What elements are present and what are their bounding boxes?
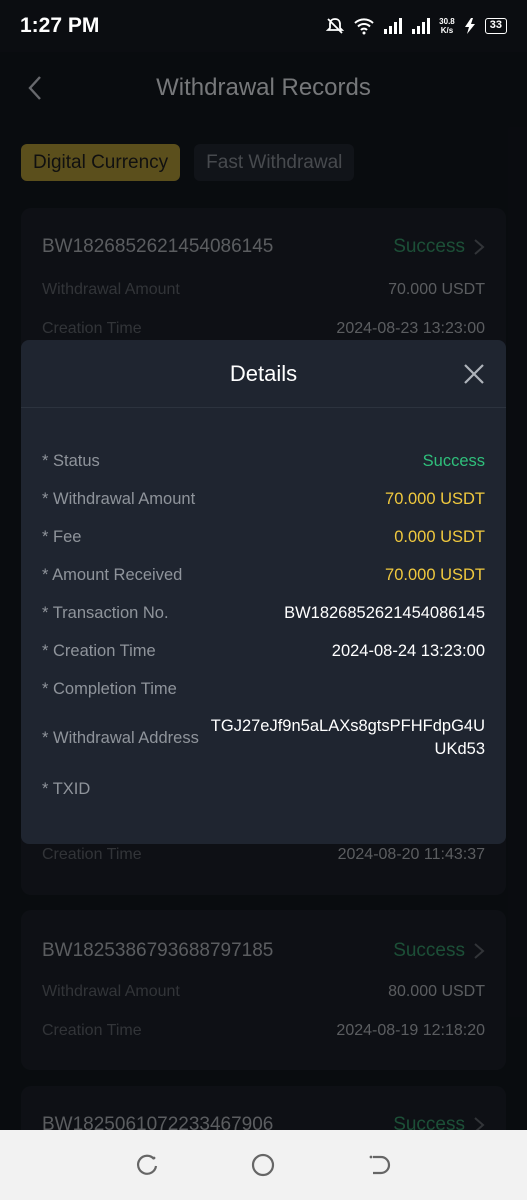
status-icons: 30.8 K/s 33 <box>325 16 507 36</box>
detail-label: * Amount Received <box>42 566 183 584</box>
detail-row-status: * Status Success <box>42 452 485 471</box>
system-navigation-bar <box>0 1130 527 1200</box>
home-icon[interactable] <box>248 1150 278 1180</box>
modal-title: Details <box>229 360 298 386</box>
detail-row-withdrawal-amount: * Withdrawal Amount 70.000 USDT <box>42 490 485 509</box>
modal-header: Details <box>21 340 506 408</box>
detail-value: 0.000 USDT <box>394 528 485 546</box>
detail-row-completion-time: * Completion Time <box>42 680 485 699</box>
mute-notification-icon <box>325 18 345 34</box>
detail-row-amount-received: * Amount Received 70.000 USDT <box>42 566 485 585</box>
signal-icon-2 <box>412 18 431 34</box>
back-icon[interactable] <box>364 1150 394 1180</box>
detail-label: * Creation Time <box>42 642 156 660</box>
detail-value: BW1826852621454086145 <box>284 604 485 622</box>
detail-row-transaction-no: * Transaction No. BW1826852621454086145 <box>42 604 485 623</box>
detail-row-txid: * TXID <box>42 780 485 799</box>
detail-value: 2024-08-24 13:23:00 <box>331 642 485 660</box>
detail-label: * Status <box>42 452 100 470</box>
detail-label: * TXID <box>42 780 91 798</box>
detail-row-fee: * Fee 0.000 USDT <box>42 528 485 547</box>
close-icon[interactable] <box>462 362 486 386</box>
detail-value: Success <box>422 452 485 470</box>
status-bar: 1:27 PM 30.8 K/s 33 <box>0 0 527 52</box>
detail-value[interactable]: TGJ27eJf9n5aLAXs8gtsPFHFdpG4UUKd53 <box>205 715 485 761</box>
recents-icon[interactable] <box>133 1150 163 1180</box>
detail-row-withdrawal-address: * Withdrawal Address TGJ27eJf9n5aLAXs8gt… <box>42 715 485 761</box>
network-speed: 30.8 K/s <box>439 17 455 35</box>
detail-label: * Withdrawal Amount <box>42 490 196 508</box>
detail-value: 70.000 USDT <box>385 490 485 508</box>
detail-label: * Completion Time <box>42 680 177 698</box>
detail-label: * Transaction No. <box>42 604 169 622</box>
signal-icon <box>384 18 403 34</box>
wifi-icon <box>354 18 374 35</box>
charging-icon <box>464 18 475 34</box>
battery-icon: 33 <box>484 18 507 34</box>
detail-value: 70.000 USDT <box>385 566 485 584</box>
details-modal: Details * Status Success * Withdrawal Am… <box>21 340 506 844</box>
detail-label: * Fee <box>42 528 82 546</box>
detail-label: * Withdrawal Address <box>42 729 199 747</box>
detail-row-creation-time: * Creation Time 2024-08-24 13:23:00 <box>42 642 485 661</box>
status-time: 1:27 PM <box>20 14 100 37</box>
